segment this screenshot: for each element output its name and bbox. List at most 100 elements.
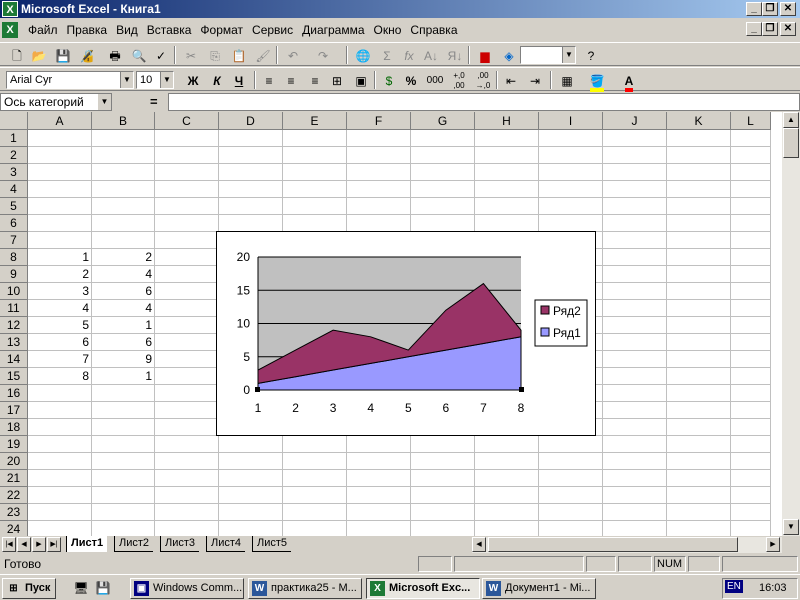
cell-J18[interactable] xyxy=(603,419,667,436)
taskbar-window-button[interactable]: W Документ1 - Mi... xyxy=(482,578,596,599)
help-icon[interactable]: ? xyxy=(580,46,602,66)
cell-C7[interactable] xyxy=(155,232,219,249)
excel-icon[interactable]: X xyxy=(2,1,18,17)
cell-D21[interactable] xyxy=(219,470,283,487)
cell-B12[interactable]: 1 xyxy=(92,317,155,334)
taskbar-window-button[interactable]: Wпрактика25 - М... xyxy=(248,578,362,599)
cell-J19[interactable] xyxy=(603,436,667,453)
cell-B18[interactable] xyxy=(92,419,155,436)
cell-K8[interactable] xyxy=(667,249,731,266)
cell-G24[interactable] xyxy=(411,521,475,536)
cell-E20[interactable] xyxy=(283,453,347,470)
row-header[interactable]: 19 xyxy=(0,436,28,453)
cell-K5[interactable] xyxy=(667,198,731,215)
cell-A9[interactable]: 2 xyxy=(28,266,92,283)
chart-format-icon[interactable]: ▣ xyxy=(350,71,372,91)
cell-D3[interactable] xyxy=(219,164,283,181)
cell-J20[interactable] xyxy=(603,453,667,470)
cell-I1[interactable] xyxy=(539,130,603,147)
percent-button[interactable]: % xyxy=(400,71,422,91)
cell-I2[interactable] xyxy=(539,147,603,164)
scroll-right-icon[interactable]: ▶ xyxy=(766,537,780,552)
row-header[interactable]: 11 xyxy=(0,300,28,317)
column-header[interactable]: D xyxy=(219,112,283,130)
cell-E1[interactable] xyxy=(283,130,347,147)
column-header[interactable]: J xyxy=(603,112,667,130)
cell-A10[interactable]: 3 xyxy=(28,283,92,300)
underline-button[interactable]: Ч xyxy=(228,71,250,91)
cell-F22[interactable] xyxy=(347,487,411,504)
cell-J21[interactable] xyxy=(603,470,667,487)
cell-J4[interactable] xyxy=(603,181,667,198)
select-all-corner[interactable] xyxy=(0,112,28,130)
menu-item[interactable]: Сервис xyxy=(252,23,293,37)
cell-F6[interactable] xyxy=(347,215,411,232)
cell-G19[interactable] xyxy=(411,436,475,453)
cell-C23[interactable] xyxy=(155,504,219,521)
cell-C11[interactable] xyxy=(155,300,219,317)
cell-B4[interactable] xyxy=(92,181,155,198)
cell-B11[interactable]: 4 xyxy=(92,300,155,317)
row-header[interactable]: 13 xyxy=(0,334,28,351)
cell-K3[interactable] xyxy=(667,164,731,181)
cell-K9[interactable] xyxy=(667,266,731,283)
row-header[interactable]: 10 xyxy=(0,283,28,300)
cell-E23[interactable] xyxy=(283,504,347,521)
cell-B15[interactable]: 1 xyxy=(92,368,155,385)
next-sheet-icon[interactable]: ▶ xyxy=(32,537,46,552)
thousands-button[interactable]: 000 xyxy=(424,71,446,91)
cell-L12[interactable] xyxy=(731,317,771,334)
doc-restore-button[interactable]: ❐ xyxy=(762,22,778,36)
cell-F19[interactable] xyxy=(347,436,411,453)
cell-F2[interactable] xyxy=(347,147,411,164)
row-header[interactable]: 22 xyxy=(0,487,28,504)
cell-G23[interactable] xyxy=(411,504,475,521)
cell-K13[interactable] xyxy=(667,334,731,351)
column-header[interactable]: F xyxy=(347,112,411,130)
cell-J8[interactable] xyxy=(603,249,667,266)
cell-B14[interactable]: 9 xyxy=(92,351,155,368)
column-header[interactable]: E xyxy=(283,112,347,130)
hyperlink-icon[interactable]: 🌐 xyxy=(352,46,374,66)
spelling-icon[interactable]: ✓ xyxy=(150,46,172,66)
hscroll-thumb[interactable] xyxy=(488,537,738,552)
formula-input[interactable] xyxy=(168,93,800,111)
cell-D5[interactable] xyxy=(219,198,283,215)
cut-icon[interactable]: ✂ xyxy=(180,46,202,66)
outdent-icon[interactable]: ⇤ xyxy=(500,71,522,91)
cell-I6[interactable] xyxy=(539,215,603,232)
cell-G2[interactable] xyxy=(411,147,475,164)
cell-K10[interactable] xyxy=(667,283,731,300)
cell-K17[interactable] xyxy=(667,402,731,419)
cell-K19[interactable] xyxy=(667,436,731,453)
cell-J17[interactable] xyxy=(603,402,667,419)
cell-G6[interactable] xyxy=(411,215,475,232)
cell-C8[interactable] xyxy=(155,249,219,266)
redo-icon[interactable]: ↷ xyxy=(312,46,334,66)
cell-J16[interactable] xyxy=(603,385,667,402)
cell-A18[interactable] xyxy=(28,419,92,436)
cell-C4[interactable] xyxy=(155,181,219,198)
menu-item[interactable]: Формат xyxy=(200,23,243,37)
new-icon[interactable]: 🗋 xyxy=(6,46,28,66)
cell-H23[interactable] xyxy=(475,504,539,521)
close-button[interactable]: ✕ xyxy=(780,2,796,16)
cell-F1[interactable] xyxy=(347,130,411,147)
cell-D2[interactable] xyxy=(219,147,283,164)
cell-A6[interactable] xyxy=(28,215,92,232)
cell-B10[interactable]: 6 xyxy=(92,283,155,300)
paste-icon[interactable]: 📋 xyxy=(228,46,250,66)
cell-D20[interactable] xyxy=(219,453,283,470)
cell-A24[interactable] xyxy=(28,521,92,536)
cell-H21[interactable] xyxy=(475,470,539,487)
menu-item[interactable]: Вид xyxy=(116,23,138,37)
row-header[interactable]: 21 xyxy=(0,470,28,487)
cell-I23[interactable] xyxy=(539,504,603,521)
cell-F21[interactable] xyxy=(347,470,411,487)
zoom-combo[interactable]: ▼ xyxy=(520,46,576,64)
menu-item[interactable]: Вставка xyxy=(147,23,192,37)
row-header[interactable]: 9 xyxy=(0,266,28,283)
cell-A17[interactable] xyxy=(28,402,92,419)
cell-L13[interactable] xyxy=(731,334,771,351)
cell-B17[interactable] xyxy=(92,402,155,419)
